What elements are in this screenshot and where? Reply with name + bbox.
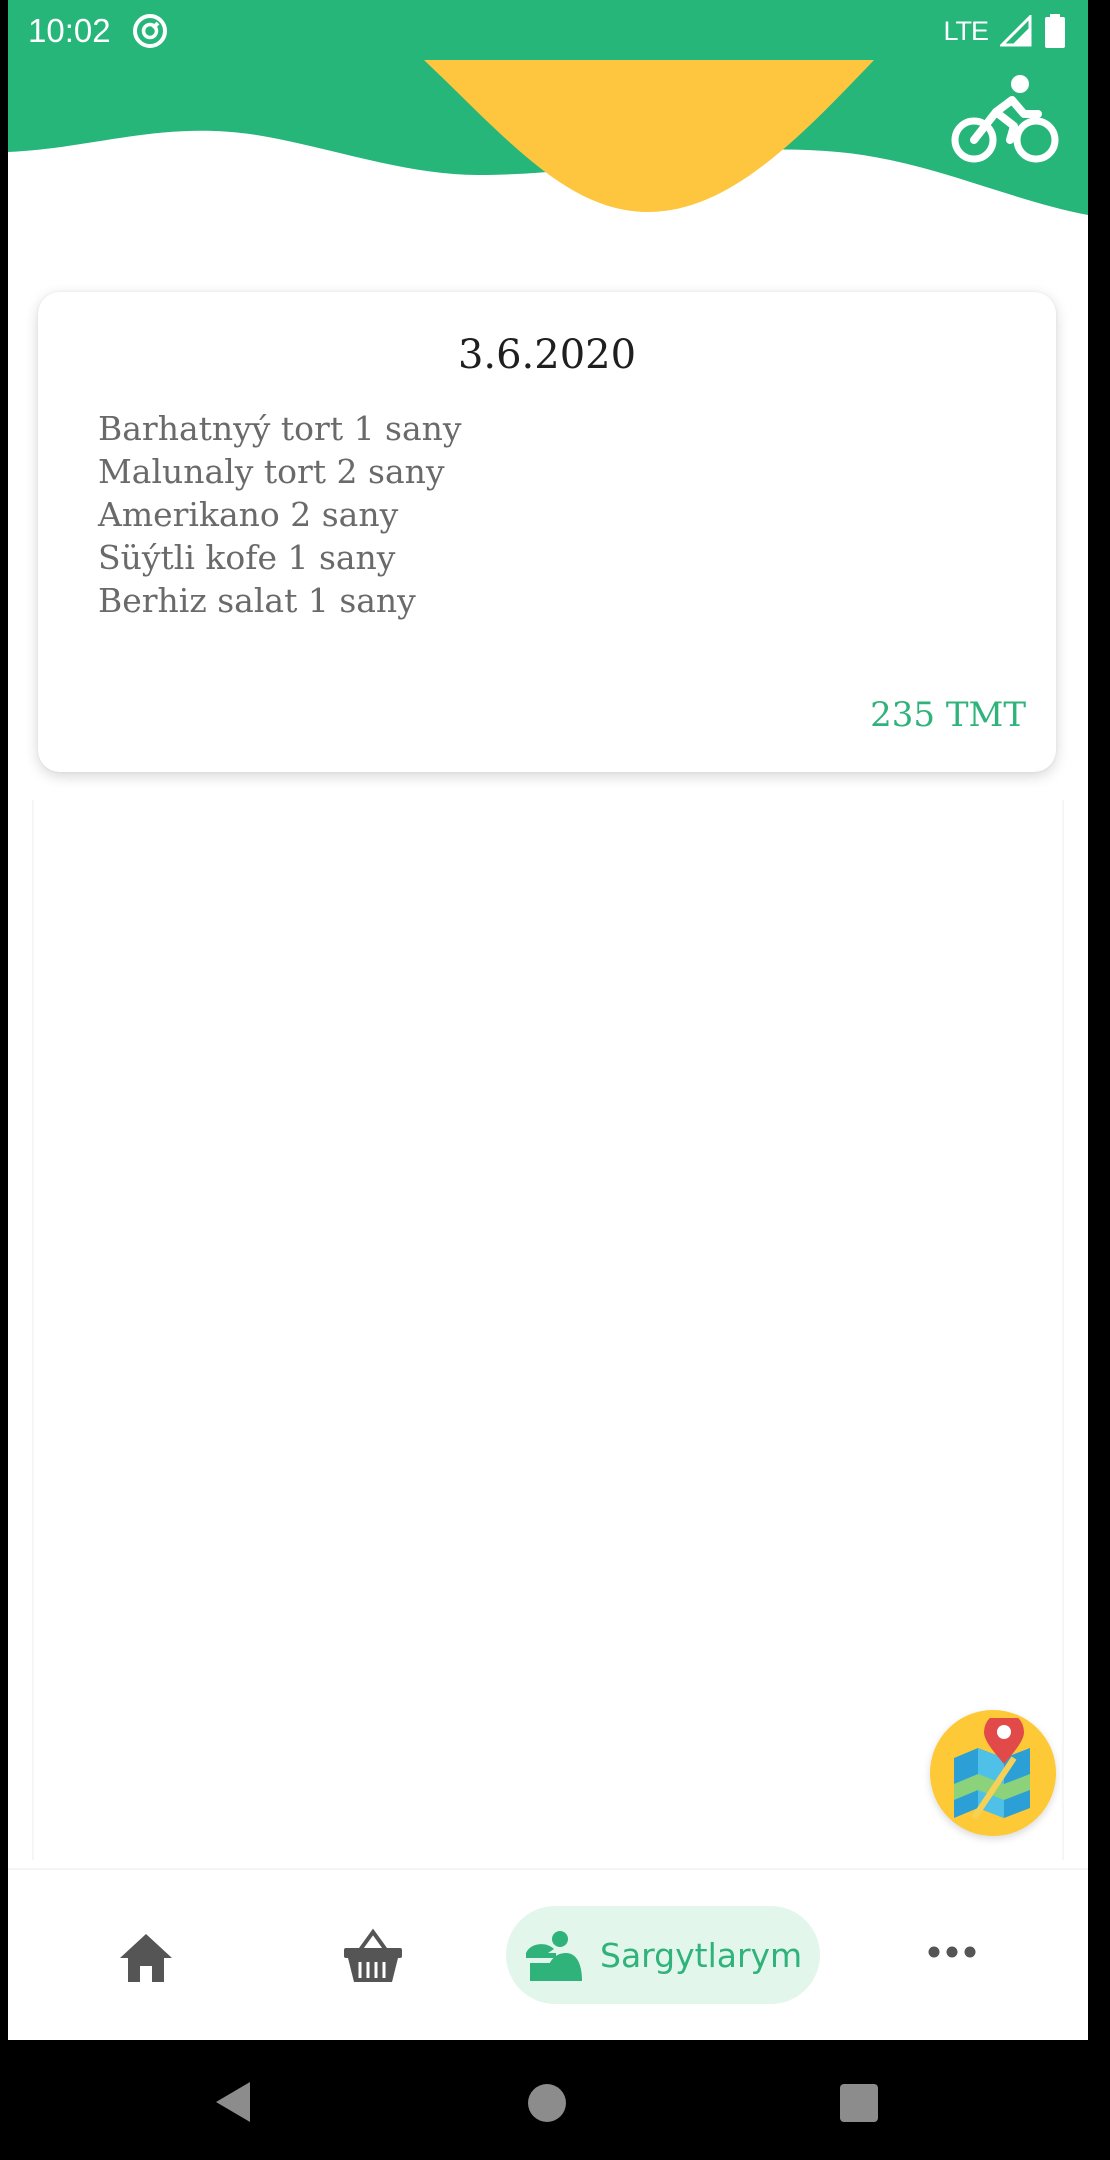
nav-basket[interactable] (342, 1928, 404, 1984)
nav-orders[interactable]: Sargytlarym (506, 1906, 820, 2004)
network-type: LTE (943, 15, 989, 46)
map-button[interactable] (930, 1710, 1056, 1836)
order-item: Malunaly tort 2 sany (98, 452, 445, 491)
order-card[interactable]: 3.6.2020 Barhatnyý tort 1 sany Malunaly … (38, 292, 1056, 772)
order-item: Süýtli kofe 1 sany (98, 538, 396, 577)
map-icon (954, 1718, 1030, 1820)
nav-more[interactable] (928, 1942, 976, 1962)
order-items-list: Barhatnyý tort 1 sany Malunaly tort 2 sa… (98, 407, 462, 622)
home-icon (120, 1934, 172, 1982)
bike-icon[interactable] (950, 72, 1060, 168)
battery-icon (1045, 14, 1065, 48)
empty-placeholder (32, 800, 1064, 1860)
status-bar: 10:02 LTE (8, 0, 1088, 62)
basket-icon (344, 1928, 402, 1982)
order-date: 3.6.2020 (457, 332, 637, 378)
orders-icon (526, 1931, 582, 1981)
system-navigation-bar (0, 2040, 1110, 2160)
recent-apps-icon[interactable] (840, 2084, 878, 2122)
order-item: Berhiz salat 1 sany (98, 581, 416, 620)
bottom-navigation: Sargytlarym (8, 1868, 1088, 2040)
order-item: Amerikano 2 sany (98, 495, 399, 534)
nav-home[interactable] (118, 1930, 174, 1984)
back-icon[interactable] (214, 2080, 252, 2124)
app-screen: 10:02 LTE 3.6.2020 Barhatnyý tort 1 sany… (8, 0, 1088, 2040)
nav-orders-label: Sargytlarym (600, 1935, 803, 1975)
system-home-icon[interactable] (528, 2084, 566, 2122)
more-icon (928, 1946, 976, 1958)
signal-icon (1000, 15, 1032, 47)
status-time: 10:02 (28, 12, 111, 49)
sync-icon (132, 14, 167, 48)
order-item: Barhatnyý tort 1 sany (98, 409, 462, 448)
order-total: 235 TMT (870, 695, 1026, 735)
